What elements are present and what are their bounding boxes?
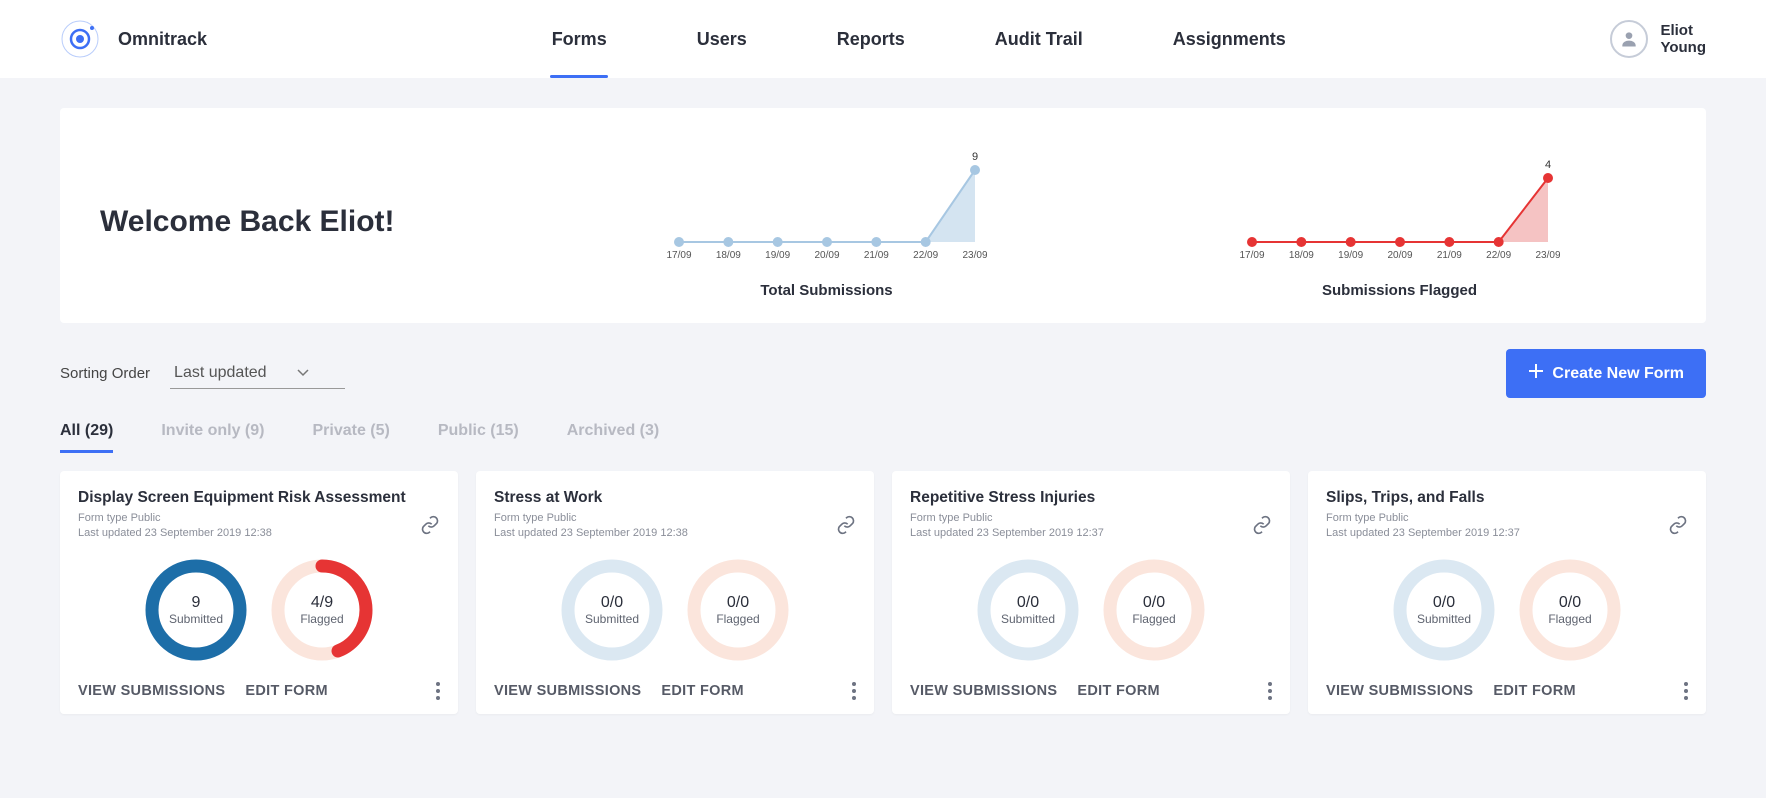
svg-text:19/09: 19/09 [765, 250, 790, 261]
donut-gauge: 0/0Submitted [974, 556, 1082, 664]
form-card-title: Stress at Work [494, 489, 856, 507]
form-card-updated: Last updated 23 September 2019 12:37 [1326, 526, 1688, 541]
forms-grid: Display Screen Equipment Risk Assessment… [60, 471, 1706, 714]
form-card-type: Form type Public [910, 511, 1272, 526]
donut-gauge: 0/0Submitted [1390, 556, 1498, 664]
form-card-updated: Last updated 23 September 2019 12:37 [910, 526, 1272, 541]
form-card: Stress at Work Form type Public Last upd… [476, 471, 874, 714]
sort-value: Last updated [174, 364, 267, 382]
svg-text:21/09: 21/09 [863, 250, 888, 261]
filter-tab[interactable]: Archived (3) [567, 422, 659, 453]
chart-submissions-flagged: 17/09 18/09 19/09 20/09 21/09 22/09 23/09 4 Sub… [1133, 144, 1666, 299]
create-button-label: Create New Form [1552, 365, 1684, 383]
welcome-panel: Welcome Back Eliot! 17/09 18/09 19/09 20/09… [60, 108, 1706, 323]
filter-tab[interactable]: Public (15) [438, 422, 519, 453]
nav-tab-reports[interactable]: Reports [837, 1, 905, 78]
link-icon[interactable] [1252, 515, 1272, 540]
form-card-type: Form type Public [1326, 511, 1688, 526]
svg-text:23/09: 23/09 [962, 250, 987, 261]
chevron-down-icon [297, 364, 309, 382]
sort-block: Sorting Order Last updated [60, 358, 345, 389]
create-new-form-button[interactable]: Create New Form [1506, 349, 1706, 398]
welcome-heading: Welcome Back Eliot! [100, 205, 520, 239]
link-icon[interactable] [420, 515, 440, 540]
form-card-title: Display Screen Equipment Risk Assessment [78, 489, 440, 507]
svg-text:17/09: 17/09 [1240, 250, 1265, 261]
link-icon[interactable] [1668, 515, 1688, 540]
edit-form-button[interactable]: EDIT FORM [661, 683, 743, 699]
svg-text:17/09: 17/09 [667, 250, 692, 261]
svg-text:20/09: 20/09 [1387, 250, 1412, 261]
view-submissions-button[interactable]: VIEW SUBMISSIONS [1326, 683, 1473, 699]
svg-text:21/09: 21/09 [1436, 250, 1461, 261]
svg-text:4: 4 [1544, 159, 1550, 171]
nav-tabs: Forms Users Reports Audit Trail Assignments [267, 1, 1570, 78]
form-card-type: Form type Public [494, 511, 856, 526]
filter-tab[interactable]: Private (5) [312, 422, 389, 453]
form-card-title: Repetitive Stress Injuries [910, 489, 1272, 507]
svg-text:23/09: 23/09 [1535, 250, 1560, 261]
donut-gauge: 0/0Flagged [1516, 556, 1624, 664]
nav-tab-forms[interactable]: Forms [552, 1, 607, 78]
nav-tab-audit-trail[interactable]: Audit Trail [995, 1, 1083, 78]
edit-form-button[interactable]: EDIT FORM [1077, 683, 1159, 699]
brand-name: Omnitrack [118, 29, 207, 50]
more-menu-icon[interactable] [1684, 682, 1688, 700]
form-card: Repetitive Stress Injuries Form type Pub… [892, 471, 1290, 714]
more-menu-icon[interactable] [436, 682, 440, 700]
plus-icon [1528, 363, 1544, 384]
link-icon[interactable] [836, 515, 856, 540]
edit-form-button[interactable]: EDIT FORM [245, 683, 327, 699]
sort-select[interactable]: Last updated [170, 358, 345, 389]
brand[interactable]: Omnitrack [60, 19, 207, 59]
svg-text:18/09: 18/09 [1288, 250, 1313, 261]
svg-text:22/09: 22/09 [1486, 250, 1511, 261]
donut-gauge: 4/9Flagged [268, 556, 376, 664]
donut-gauge: 0/0Flagged [684, 556, 792, 664]
nav-tab-users[interactable]: Users [697, 1, 747, 78]
filter-tab[interactable]: Invite only (9) [161, 422, 264, 453]
svg-text:20/09: 20/09 [814, 250, 839, 261]
user-name: EliotYoung [1660, 22, 1706, 57]
sort-label: Sorting Order [60, 365, 150, 382]
form-card: Display Screen Equipment Risk Assessment… [60, 471, 458, 714]
form-card: Slips, Trips, and Falls Form type Public… [1308, 471, 1706, 714]
brand-logo-icon [60, 19, 100, 59]
controls-row: Sorting Order Last updated Create New Fo… [60, 349, 1706, 398]
form-card-updated: Last updated 23 September 2019 12:38 [494, 526, 856, 541]
form-card-title: Slips, Trips, and Falls [1326, 489, 1688, 507]
chart-total-submissions: 17/09 18/09 19/09 20/09 21/09 22/09 23/09 9 Tot… [560, 144, 1093, 299]
view-submissions-button[interactable]: VIEW SUBMISSIONS [78, 683, 225, 699]
filter-tab[interactable]: All (29) [60, 422, 113, 453]
more-menu-icon[interactable] [852, 682, 856, 700]
nav-tab-assignments[interactable]: Assignments [1173, 1, 1286, 78]
chart-title: Submissions Flagged [1322, 282, 1477, 299]
svg-text:22/09: 22/09 [913, 250, 938, 261]
more-menu-icon[interactable] [1268, 682, 1272, 700]
svg-text:18/09: 18/09 [715, 250, 740, 261]
user-menu[interactable]: EliotYoung [1610, 20, 1706, 58]
donut-gauge: 0/0Flagged [1100, 556, 1208, 664]
svg-text:9: 9 [971, 151, 977, 163]
form-card-updated: Last updated 23 September 2019 12:38 [78, 526, 440, 541]
chart-title: Total Submissions [760, 282, 892, 299]
donut-gauge: 9Submitted [142, 556, 250, 664]
top-nav: Omnitrack Forms Users Reports Audit Trail As… [0, 0, 1766, 78]
form-card-type: Form type Public [78, 511, 440, 526]
filter-tabs: All (29) Invite only (9) Private (5) Public… [60, 422, 1706, 459]
view-submissions-button[interactable]: VIEW SUBMISSIONS [494, 683, 641, 699]
avatar-icon [1610, 20, 1648, 58]
edit-form-button[interactable]: EDIT FORM [1493, 683, 1575, 699]
donut-gauge: 0/0Submitted [558, 556, 666, 664]
svg-text:19/09: 19/09 [1338, 250, 1363, 261]
view-submissions-button[interactable]: VIEW SUBMISSIONS [910, 683, 1057, 699]
